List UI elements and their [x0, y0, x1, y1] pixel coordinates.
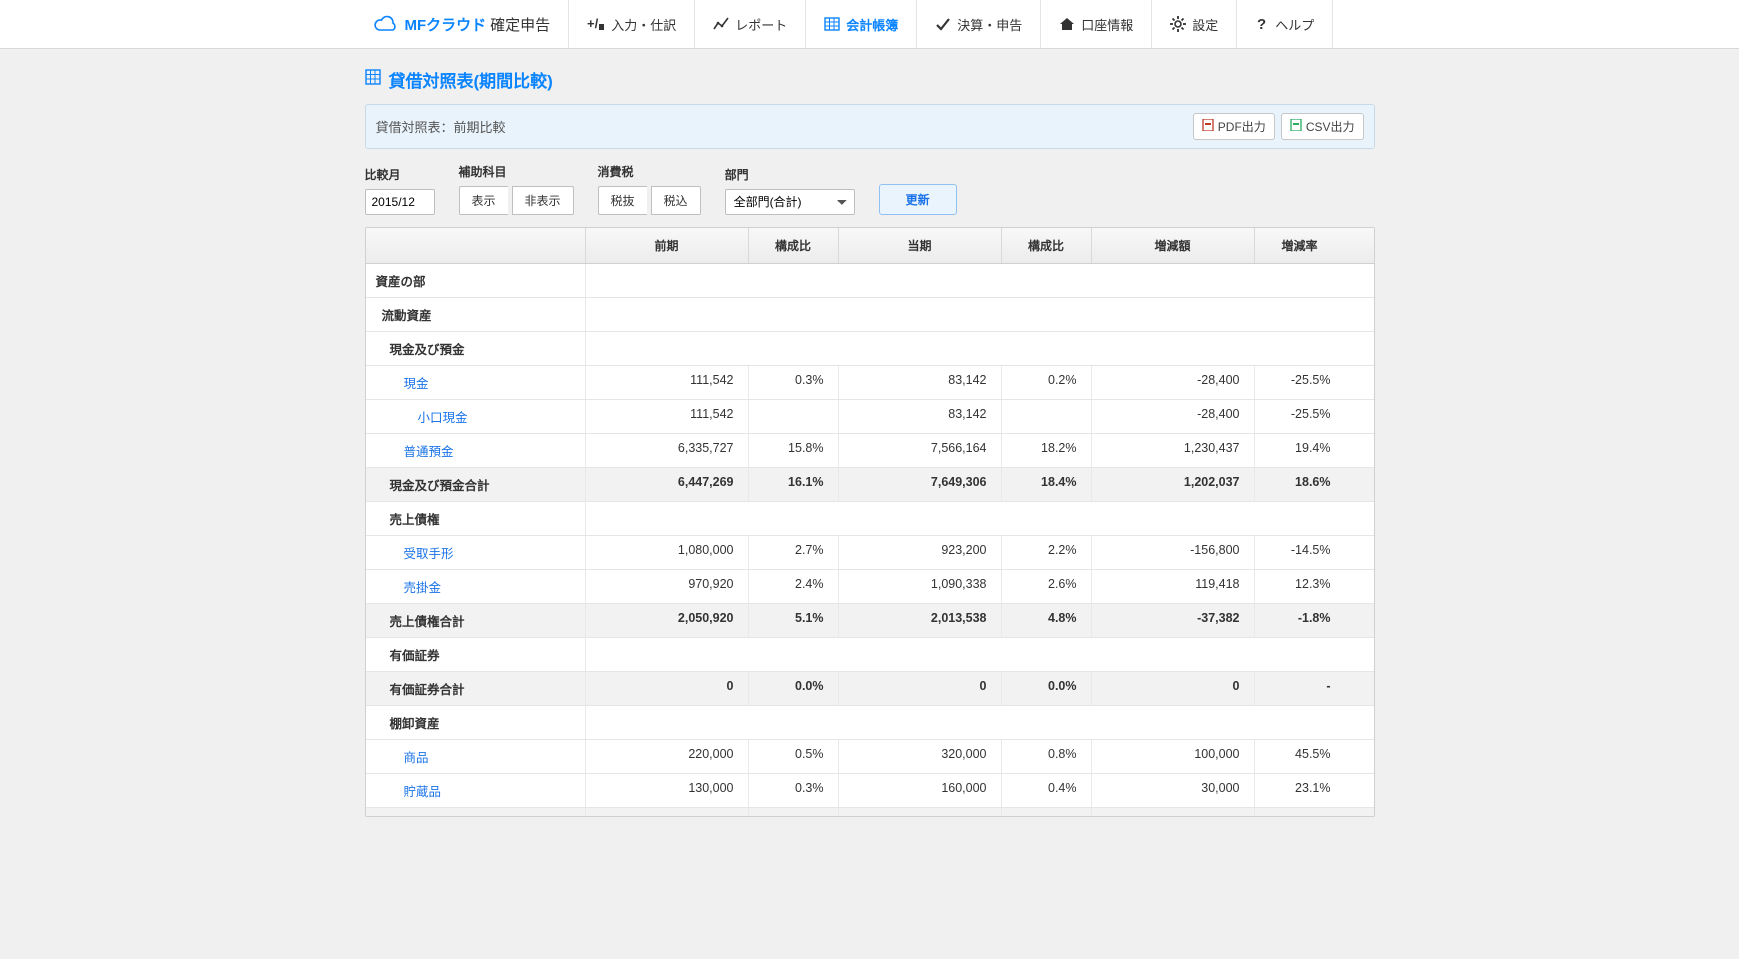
pdf-export-button[interactable]: PDF出力 — [1193, 113, 1275, 140]
balance-table: 前期 構成比 当期 構成比 増減額 増減率 資産の部流動資産現金及び預金現金11… — [365, 227, 1375, 817]
ledger-icon — [824, 17, 840, 31]
sub-account-hide-button[interactable]: 非表示 — [512, 186, 574, 215]
nav-item-plus-slash[interactable]: +/入力・仕訳 — [569, 0, 695, 48]
col-current: 当期 — [839, 228, 1002, 263]
nav-item-question[interactable]: ?ヘルプ — [1237, 0, 1333, 48]
question-icon: ? — [1255, 16, 1269, 32]
panel-header: 貸借対照表：前期比較 PDF出力 CSV出力 — [365, 104, 1375, 149]
logo-brand: MFクラウド — [405, 14, 487, 35]
account-link[interactable]: 商品 — [404, 751, 429, 765]
filter-controls: 比較月 補助科目 表示 非表示 消費税 税抜 税込 部門 全部門(合計) 更新 — [365, 163, 1375, 215]
table-row: 資産の部 — [366, 264, 1374, 298]
table-header: 前期 構成比 当期 構成比 増減額 増減率 — [366, 228, 1374, 264]
cloud-icon — [373, 15, 399, 33]
panel-title: 貸借対照表：前期比較 — [376, 117, 506, 136]
department-select[interactable]: 全部門(合計) — [725, 189, 855, 215]
account-link[interactable]: 貯蔵品 — [404, 785, 442, 799]
tax-inclusive-button[interactable]: 税込 — [651, 186, 701, 215]
nav-item-chart-line[interactable]: レポート — [695, 0, 806, 48]
table-row: 貯蔵品130,0000.3%160,0000.4%30,00023.1% — [366, 774, 1374, 808]
col-diff: 増減額 — [1092, 228, 1255, 263]
sub-account-label: 補助科目 — [459, 163, 574, 180]
svg-text:+/: +/ — [587, 17, 599, 31]
logo-sub: 確定申告 — [490, 14, 550, 35]
update-button[interactable]: 更新 — [879, 184, 957, 215]
house-icon — [1059, 17, 1075, 31]
compare-month-input[interactable] — [365, 189, 435, 215]
account-link[interactable]: 受取手形 — [404, 547, 454, 561]
table-row: 棚卸資産合計350,0000.9%480,0001.2%130,00037.1% — [366, 808, 1374, 816]
table-row: 受取手形1,080,0002.7%923,2002.2%-156,800-14.… — [366, 536, 1374, 570]
table-row: 有価証券合計00.0%00.0%0- — [366, 672, 1374, 706]
csv-icon — [1290, 119, 1302, 134]
tax-label: 消費税 — [598, 163, 701, 180]
account-link[interactable]: 普通預金 — [404, 445, 454, 459]
account-link[interactable]: 小口現金 — [418, 411, 468, 425]
nav-item-check[interactable]: 決算・申告 — [917, 0, 1041, 48]
gear-icon — [1170, 16, 1186, 32]
col-rate: 増減率 — [1255, 228, 1345, 263]
top-nav: MFクラウド 確定申告 +/入力・仕訳レポート会計帳簿決算・申告口座情報設定?ヘ… — [0, 0, 1739, 49]
table-row: 有価証券 — [366, 638, 1374, 672]
csv-export-button[interactable]: CSV出力 — [1281, 113, 1364, 140]
table-row: 売上債権合計2,050,9205.1%2,013,5384.8%-37,382-… — [366, 604, 1374, 638]
svg-text:?: ? — [1257, 16, 1266, 32]
page-title: 貸借対照表(期間比較) — [365, 67, 1375, 92]
table-row: 普通預金6,335,72715.8%7,566,16418.2%1,230,43… — [366, 434, 1374, 468]
table-row: 流動資産 — [366, 298, 1374, 332]
nav-item-house[interactable]: 口座情報 — [1041, 0, 1152, 48]
col-previous: 前期 — [586, 228, 749, 263]
table-row: 現金111,5420.3%83,1420.2%-28,400-25.5% — [366, 366, 1374, 400]
table-row: 現金及び預金 — [366, 332, 1374, 366]
plus-slash-icon: +/ — [587, 17, 605, 31]
department-label: 部門 — [725, 166, 855, 183]
tax-exclusive-button[interactable]: 税抜 — [598, 186, 647, 215]
table-row: 売上債権 — [366, 502, 1374, 536]
table-row: 売掛金970,9202.4%1,090,3382.6%119,41812.3% — [366, 570, 1374, 604]
table-body[interactable]: 資産の部流動資産現金及び預金現金111,5420.3%83,1420.2%-28… — [366, 264, 1374, 816]
check-icon — [935, 17, 951, 31]
ledger-icon — [365, 69, 381, 90]
table-row: 小口現金111,54283,142-28,400-25.5% — [366, 400, 1374, 434]
nav-item-gear[interactable]: 設定 — [1152, 0, 1237, 48]
account-link[interactable]: 現金 — [404, 377, 429, 391]
account-link[interactable]: 売掛金 — [404, 581, 442, 595]
nav-item-ledger[interactable]: 会計帳簿 — [806, 0, 917, 48]
sub-account-show-button[interactable]: 表示 — [459, 186, 508, 215]
pdf-icon — [1202, 119, 1214, 134]
compare-month-label: 比較月 — [365, 166, 435, 183]
col-ratio1: 構成比 — [749, 228, 839, 263]
col-ratio2: 構成比 — [1002, 228, 1092, 263]
table-row: 現金及び預金合計6,447,26916.1%7,649,30618.4%1,20… — [366, 468, 1374, 502]
col-account — [366, 228, 586, 263]
chart-line-icon — [713, 17, 729, 31]
table-row: 商品220,0000.5%320,0000.8%100,00045.5% — [366, 740, 1374, 774]
table-row: 棚卸資産 — [366, 706, 1374, 740]
logo[interactable]: MFクラウド 確定申告 — [365, 0, 570, 48]
